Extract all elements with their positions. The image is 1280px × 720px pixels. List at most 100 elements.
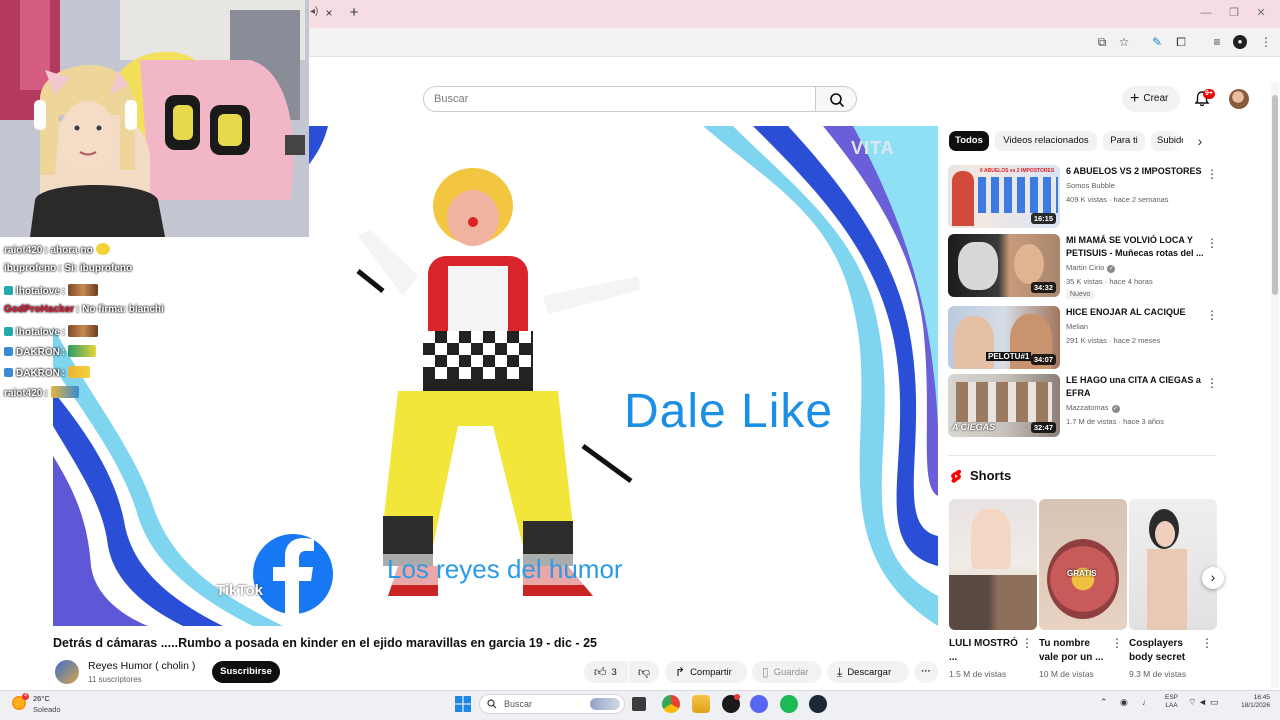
more-options-icon[interactable]: ⋮ [1111, 637, 1123, 649]
more-options-icon[interactable]: ⋮ [1201, 637, 1213, 649]
webcam-overlay [0, 0, 309, 237]
spotify-icon[interactable] [780, 695, 798, 713]
share-button[interactable]: ↱ Compartir [665, 661, 747, 683]
chat-text: : [44, 388, 48, 399]
chrome-icon[interactable] [662, 695, 680, 713]
kebab-icon[interactable]: ⋮ [1258, 34, 1274, 50]
more-options-icon[interactable]: ⋮ [1206, 237, 1218, 249]
video-duration: 34:32 [1030, 282, 1056, 293]
download-icon: ⤓ [837, 665, 843, 679]
recommendation-title[interactable]: LE HAGO una CITA A CIEGAS a EFRA [1066, 374, 1216, 400]
search-box[interactable] [423, 86, 816, 112]
save-button[interactable]: ▯ Guardar [752, 661, 822, 683]
recommendation-title[interactable]: MI MAMÁ SE VOLVIÓ LOCA Y PETISUIS - Muñe… [1066, 234, 1216, 260]
account-avatar[interactable] [1229, 89, 1249, 109]
chevron-up-icon[interactable]: ⌃ [1100, 697, 1108, 708]
steam-icon[interactable] [809, 695, 827, 713]
clock[interactable]: 16:45 18/1/2026 [1224, 694, 1270, 710]
chip-for-you[interactable]: Para ti [1103, 131, 1145, 151]
emote-icon [95, 243, 110, 255]
short-views: 9.3 M de vistas [1129, 669, 1187, 679]
chevron-right-icon[interactable]: › [1202, 567, 1224, 589]
recommendation-channel[interactable]: Somos Bubble [1066, 181, 1115, 190]
thumb-figure [958, 242, 998, 290]
channel-name[interactable]: Reyes Humor ( cholin ) [88, 660, 195, 672]
recommendation-channel[interactable]: Mazzatomas ✓ [1066, 403, 1120, 413]
recommendation-item[interactable]: PELOTU#1 34:07 HICE ENOJAR AL CACIQUE Me… [948, 306, 1220, 370]
chat-message: ibuprofeno: Si: ibuprofeno [4, 263, 132, 279]
chip-related[interactable]: Videos relacionados [995, 131, 1097, 151]
new-tab-button[interactable]: + [346, 5, 362, 21]
weather-description[interactable]: Soleado [33, 705, 61, 714]
minimize-button[interactable]: — [1197, 6, 1215, 20]
share-icon: ↱ [675, 665, 686, 679]
window-close-button[interactable]: ✕ [1252, 6, 1270, 20]
chat-username: lhotalove [16, 286, 60, 297]
new-badge: Nuevo [1066, 290, 1095, 299]
recommendation-item[interactable]: A CIEGAS 32:47 LE HAGO una CITA A CIEGAS… [948, 374, 1220, 438]
chip-uploads[interactable]: Subidos [1151, 131, 1183, 151]
recommendation-thumbnail[interactable]: PELOTU#1 34:07 [948, 306, 1060, 369]
create-button[interactable]: + Crear [1122, 86, 1180, 112]
short-title[interactable]: Cosplayers body secret [1129, 637, 1199, 665]
scrollbar-thumb[interactable] [1272, 95, 1278, 295]
recommendation-channel[interactable]: Martin Cirio ✓ [1066, 263, 1116, 273]
volume-icon[interactable]: ◄ [1198, 697, 1207, 707]
download-button[interactable]: ⤓ Descargar [827, 661, 909, 683]
short-thumbnail[interactable] [1129, 499, 1217, 630]
windows-start-icon[interactable] [455, 696, 471, 712]
recommendation-title[interactable]: HICE ENOJAR AL CACIQUE [1066, 306, 1216, 319]
chip-all[interactable]: Todos [949, 131, 989, 151]
like-count: 3 [611, 667, 617, 678]
search-button[interactable] [815, 86, 857, 112]
thumb-figure [1047, 539, 1119, 619]
maximize-button[interactable]: ❐ [1225, 6, 1243, 20]
dislike-button[interactable]: 👎︎ [629, 661, 659, 683]
recommendation-item[interactable]: 34:32 MI MAMÁ SE VOLVIÓ LOCA Y PETISUIS … [948, 234, 1220, 299]
media-icon[interactable]: ≡ [1209, 34, 1225, 50]
more-options-icon[interactable]: ⋮ [1206, 309, 1218, 321]
taskbar-search-box[interactable] [479, 694, 625, 714]
profile-icon[interactable]: ● [1233, 35, 1247, 49]
extension-icon[interactable]: ✎ [1149, 34, 1165, 50]
verified-icon: ✓ [1111, 405, 1120, 413]
short-thumbnail[interactable]: GRATIS [1039, 499, 1127, 630]
like-button[interactable]: 👍︎ 3 [584, 661, 628, 683]
short-thumbnail[interactable] [949, 499, 1037, 630]
folder-icon[interactable] [692, 695, 710, 713]
network-icon[interactable]: ◉ [1120, 697, 1128, 708]
chat-username: lhotalove [16, 327, 60, 338]
more-options-icon[interactable]: ⋮ [1206, 168, 1218, 180]
install-icon[interactable]: ⧉ [1094, 34, 1110, 50]
task-view-icon[interactable] [632, 697, 646, 711]
battery-icon[interactable]: ▭ [1210, 697, 1219, 708]
star-icon[interactable]: ☆ [1116, 34, 1132, 50]
puzzle-icon[interactable]: ⧠ [1173, 34, 1189, 50]
wifi-icon[interactable]: ⌔ [1188, 697, 1196, 708]
recommendation-thumbnail[interactable]: A CIEGAS 32:47 [948, 374, 1060, 437]
microphone-icon[interactable]: ♩ [1142, 697, 1151, 707]
emote-icon [68, 366, 91, 378]
recommendation-thumbnail[interactable]: 34:32 [948, 234, 1060, 297]
thumb-figure [956, 382, 1052, 422]
thumbnail-text: A CIEGAS [952, 422, 996, 432]
recommendation-title[interactable]: 6 ABUELOS VS 2 IMPOSTORES [1066, 165, 1216, 178]
language-indicator[interactable]: ESP LAA [1165, 694, 1178, 710]
more-options-icon[interactable]: ⋮ [1021, 637, 1033, 649]
channel-avatar[interactable] [55, 660, 79, 684]
recommendation-channel[interactable]: Melian [1066, 322, 1088, 331]
more-actions-button[interactable]: ··· [914, 661, 938, 683]
short-title[interactable]: Tu nombre vale por un ... [1039, 637, 1109, 665]
tab-close-button[interactable]: × [322, 6, 336, 20]
more-options-icon[interactable]: ⋮ [1206, 377, 1218, 389]
short-title[interactable]: LULI MOSTRÓ ... [949, 637, 1019, 665]
recommendation-item[interactable]: 6 ABUELOS vs 2 IMPOSTORES 16:15 6 ABUELO… [948, 165, 1220, 229]
recommendation-thumbnail[interactable]: 6 ABUELOS vs 2 IMPOSTORES 16:15 [948, 165, 1060, 228]
chevron-right-icon[interactable]: › [1192, 133, 1208, 149]
search-input[interactable] [434, 87, 804, 111]
channel-subscriber-count: 11 suscriptores [88, 675, 142, 684]
discord-icon[interactable] [750, 695, 768, 713]
video-duration: 16:15 [1030, 213, 1056, 224]
weather-temperature[interactable]: 26°C [33, 694, 50, 703]
subscribe-button[interactable]: Suscribirse [212, 661, 280, 683]
